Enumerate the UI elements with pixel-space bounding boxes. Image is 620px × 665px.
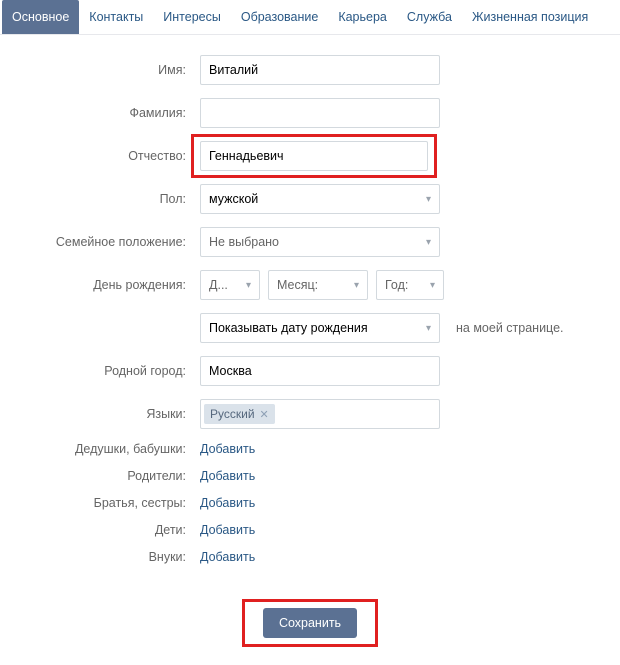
add-grandparents-link[interactable]: Добавить xyxy=(200,442,255,456)
add-grandchildren-link[interactable]: Добавить xyxy=(200,550,255,564)
profile-form: Имя: Фамилия: Отчество: Пол: мужской ▾ С… xyxy=(0,35,620,587)
surname-input[interactable] xyxy=(200,98,440,128)
bday-day-select[interactable]: Д... ▾ xyxy=(200,270,260,300)
surname-label: Фамилия: xyxy=(20,106,200,120)
bday-month-value: Месяц: xyxy=(277,278,318,292)
birthday-label: День рождения: xyxy=(20,278,200,292)
tab-main[interactable]: Основное xyxy=(2,0,79,34)
save-area: Сохранить xyxy=(0,587,620,665)
gender-label: Пол: xyxy=(20,192,200,206)
tabs-bar: Основное Контакты Интересы Образование К… xyxy=(0,0,620,35)
children-label: Дети: xyxy=(20,523,200,537)
chevron-down-icon: ▾ xyxy=(354,280,359,291)
language-tag-text: Русский xyxy=(210,407,255,421)
chevron-down-icon: ▾ xyxy=(246,280,251,291)
chevron-down-icon: ▾ xyxy=(426,323,431,334)
tab-contacts[interactable]: Контакты xyxy=(79,0,153,34)
grandparents-label: Дедушки, бабушки: xyxy=(20,442,200,456)
save-button[interactable]: Сохранить xyxy=(263,608,357,638)
marital-select[interactable]: Не выбрано ▾ xyxy=(200,227,440,257)
tab-life[interactable]: Жизненная позиция xyxy=(462,0,598,34)
gender-select[interactable]: мужской ▾ xyxy=(200,184,440,214)
add-siblings-link[interactable]: Добавить xyxy=(200,496,255,510)
languages-label: Языки: xyxy=(20,407,200,421)
name-input[interactable] xyxy=(200,55,440,85)
save-highlight: Сохранить xyxy=(242,599,378,647)
bday-visibility-value: Показывать дату рождения xyxy=(209,321,368,335)
bday-day-value: Д... xyxy=(209,278,228,292)
hometown-label: Родной город: xyxy=(20,364,200,378)
patronymic-label: Отчество: xyxy=(20,149,200,163)
gender-value: мужской xyxy=(209,192,258,206)
grandchildren-label: Внуки: xyxy=(20,550,200,564)
bday-year-value: Год: xyxy=(385,278,408,292)
siblings-label: Братья, сестры: xyxy=(20,496,200,510)
tab-career[interactable]: Карьера xyxy=(328,0,397,34)
language-tag: Русский ✕ xyxy=(204,404,275,424)
add-children-link[interactable]: Добавить xyxy=(200,523,255,537)
chevron-down-icon: ▾ xyxy=(430,280,435,291)
marital-label: Семейное положение: xyxy=(20,235,200,249)
tab-education[interactable]: Образование xyxy=(231,0,328,34)
bday-year-select[interactable]: Год: ▾ xyxy=(376,270,444,300)
hometown-input[interactable] xyxy=(200,356,440,386)
name-label: Имя: xyxy=(20,63,200,77)
chevron-down-icon: ▾ xyxy=(426,237,431,248)
chevron-down-icon: ▾ xyxy=(426,194,431,205)
bday-visibility-select[interactable]: Показывать дату рождения ▾ xyxy=(200,313,440,343)
patronymic-highlight xyxy=(191,134,437,178)
patronymic-input[interactable] xyxy=(200,141,428,171)
remove-tag-icon[interactable]: ✕ xyxy=(260,408,269,421)
tab-service[interactable]: Служба xyxy=(397,0,462,34)
languages-input[interactable]: Русский ✕ xyxy=(200,399,440,429)
add-parents-link[interactable]: Добавить xyxy=(200,469,255,483)
parents-label: Родители: xyxy=(20,469,200,483)
bday-after-text: на моей странице. xyxy=(456,321,564,335)
marital-value: Не выбрано xyxy=(209,235,279,249)
bday-month-select[interactable]: Месяц: ▾ xyxy=(268,270,368,300)
tab-interests[interactable]: Интересы xyxy=(153,0,231,34)
